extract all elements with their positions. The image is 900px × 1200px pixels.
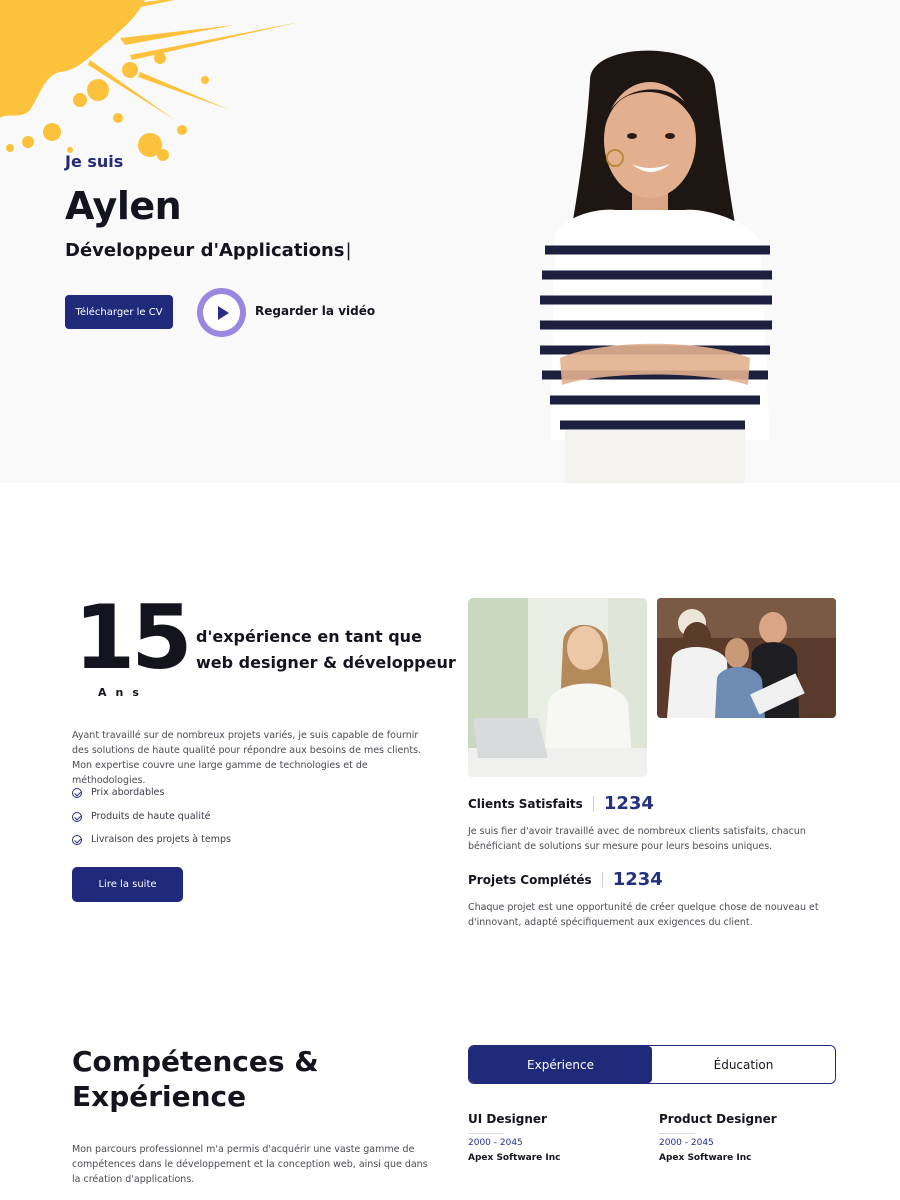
job-card: UI Designer 2000 - 2045 Apex Software In… [468, 1112, 561, 1163]
stat-divider [601, 871, 603, 888]
typing-caret: | [345, 240, 352, 261]
hero-kicker: Je suis [65, 152, 124, 171]
skills-tabs: Expérience Éducation [468, 1045, 836, 1084]
stat-projects: Projets Complétés 1234 [468, 869, 663, 890]
years-unit: Ans [98, 686, 148, 699]
feature-label: Produits de haute qualité [91, 811, 211, 822]
hero-name: Aylen [65, 184, 182, 228]
play-video-button[interactable] [197, 288, 246, 337]
read-more-button[interactable]: Lire la suite [72, 867, 183, 902]
job-divider [468, 1133, 504, 1134]
job-years: 2000 - 2045 [468, 1138, 523, 1148]
stat-value: 1234 [603, 793, 654, 814]
hero-intro: Je suis Aylen Développeur d'Applications… [65, 152, 352, 261]
experience-title: d'expérience en tant que web designer & … [196, 627, 456, 672]
skills-paragraph: Mon parcours professionnel m'a permis d'… [72, 1144, 428, 1185]
play-inner [203, 294, 240, 331]
check-circle-icon [72, 787, 82, 798]
feature-label: Prix abordables [91, 787, 165, 798]
portrait-image [540, 50, 772, 483]
hero-section: Je suis Aylen Développeur d'Applications… [0, 0, 900, 483]
job-title: Product Designer [659, 1112, 777, 1126]
play-ring [197, 288, 246, 337]
stat-value: 1234 [612, 869, 663, 890]
tab-education[interactable]: Éducation [652, 1046, 835, 1083]
feature-label: Livraison des projets à temps [91, 834, 231, 845]
job-years: 2000 - 2045 [659, 1138, 714, 1148]
years-number: 15 [74, 586, 192, 689]
stat-description: Chaque projet est une opportunité de cré… [468, 902, 819, 928]
hero-role-text: Développeur d'Applications [65, 240, 345, 261]
job-title: UI Designer [468, 1112, 547, 1126]
feature-item: Livraison des projets à temps [72, 834, 231, 845]
job-company: Apex Software Inc [659, 1153, 752, 1163]
office-woman-photo [468, 598, 647, 777]
stat-label: Projets Complétés [468, 872, 592, 887]
about-paragraph: Ayant travaillé sur de nombreux projets … [72, 730, 422, 786]
feature-item: Prix abordables [72, 787, 164, 798]
download-cv-button[interactable]: Télécharger le CV [65, 295, 173, 329]
stat-label: Clients Satisfaits [468, 796, 583, 811]
play-icon [217, 305, 229, 320]
stat-clients: Clients Satisfaits 1234 [468, 793, 654, 814]
stat-description: Je suis fier d'avoir travaillé avec de n… [468, 826, 806, 852]
feature-item: Produits de haute qualité [72, 811, 211, 822]
team-meeting-photo [657, 598, 836, 718]
skills-heading: Compétences & Expérience [72, 1045, 319, 1113]
tab-experience[interactable]: Expérience [469, 1046, 652, 1083]
stat-divider [592, 795, 594, 812]
paint-splash-decoration [0, 0, 300, 161]
hero-role: Développeur d'Applications| [65, 240, 352, 261]
check-circle-icon [72, 834, 82, 845]
job-company: Apex Software Inc [468, 1153, 561, 1163]
job-card: Product Designer 2000 - 2045 Apex Softwa… [659, 1112, 777, 1163]
check-circle-icon [72, 811, 82, 822]
job-divider [659, 1133, 695, 1134]
watch-video-link[interactable]: Regarder la vidéo [255, 304, 375, 318]
